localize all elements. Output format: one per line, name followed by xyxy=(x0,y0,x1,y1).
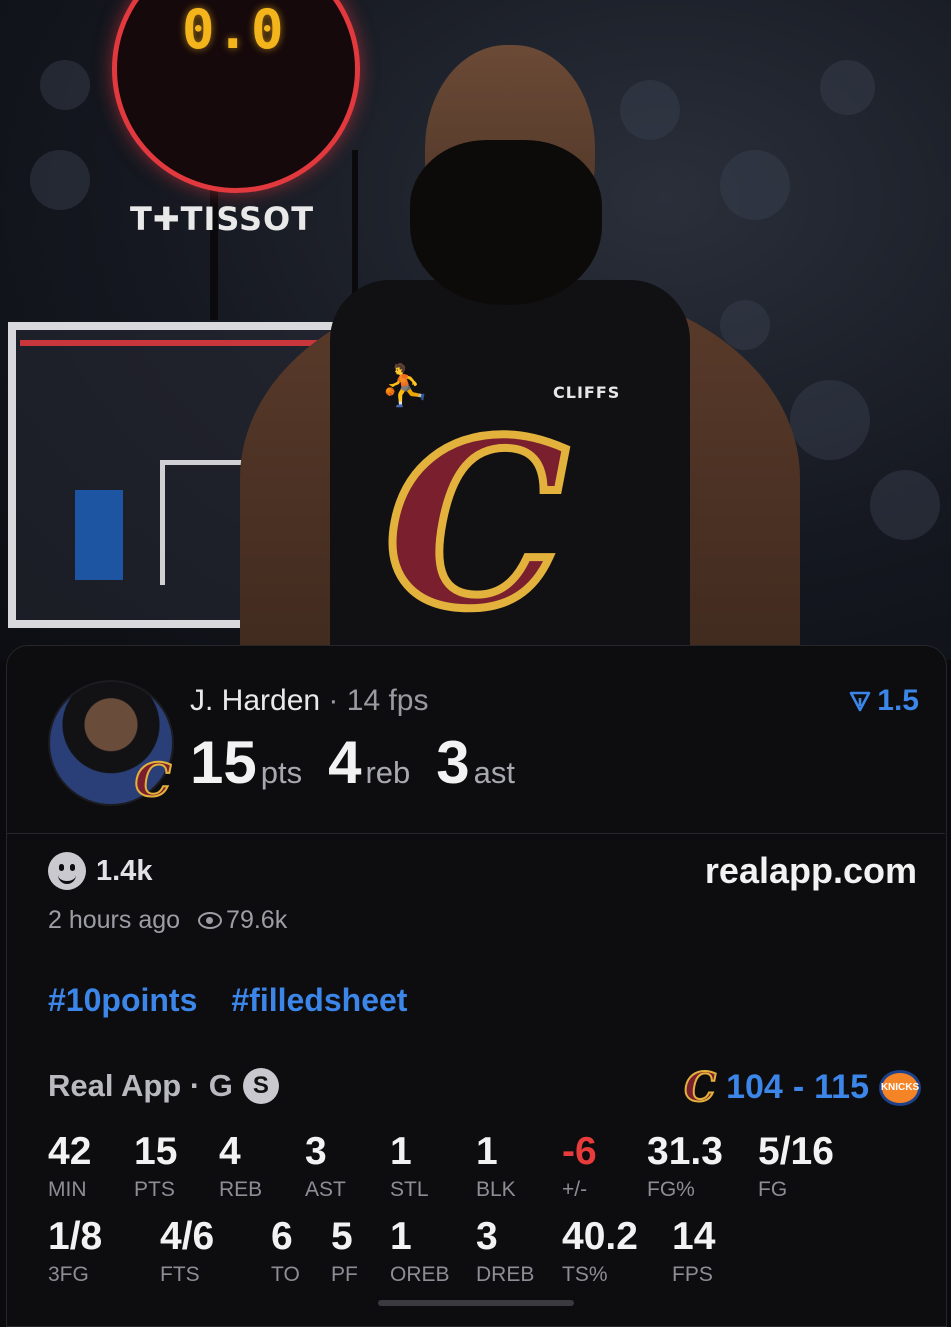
cavs-logo: C xyxy=(381,390,572,660)
team-badge-icon: C xyxy=(134,753,173,807)
stat-fg-pct: 31.3 FG% xyxy=(647,1130,723,1201)
game-score[interactable]: C 104-115 KNICKS xyxy=(683,1063,921,1112)
player-fps: 14 fps xyxy=(346,684,429,717)
score-home: 115 xyxy=(814,1068,869,1106)
post-meta: 2 hours ago 79.6k xyxy=(48,906,287,935)
stat-3fg: 1/8 3FG xyxy=(48,1215,103,1286)
stat-fts: 4/6 FTS xyxy=(160,1215,215,1286)
stat-dreb: 3 DREB xyxy=(476,1215,535,1286)
hashtag-link[interactable]: #10points xyxy=(48,982,197,1019)
player-name[interactable]: J. Harden xyxy=(190,684,320,717)
player-beard xyxy=(410,140,602,305)
stat-pf: 5 PF xyxy=(331,1215,358,1286)
stat-fg: 5/16 FG xyxy=(758,1130,834,1201)
hero-photo: 0.0 T✚TISSOT ⛹ CLIFFS C xyxy=(0,0,951,660)
player-name-line[interactable]: J. Harden · 14 fps xyxy=(190,684,429,718)
stat-fps: 14 FPS xyxy=(672,1215,716,1286)
cavs-logo-icon: C xyxy=(683,1063,717,1112)
shot-clock-digits: 0.0 xyxy=(182,0,286,61)
rating-arrow-icon xyxy=(849,691,871,712)
headline-pts-value: 15 xyxy=(190,729,257,796)
headline-ast-value: 3 xyxy=(436,729,470,796)
knicks-logo-icon: KNICKS xyxy=(879,1069,921,1106)
stat-plus-minus: -6 +/- xyxy=(562,1130,597,1201)
smiley-icon xyxy=(48,852,86,890)
stat-blk: 1 BLK xyxy=(476,1130,516,1201)
stat-min: 42 MIN xyxy=(48,1130,92,1201)
source-label: Real App · G xyxy=(48,1068,233,1103)
stat-ast: 3 AST xyxy=(305,1130,346,1201)
stat-reb: 4 REB xyxy=(219,1130,263,1201)
headline-stats: 15 pts 4 reb 3 ast xyxy=(190,728,541,797)
s-badge-icon: S xyxy=(242,1068,279,1104)
home-indicator[interactable] xyxy=(378,1300,574,1306)
stat-stl: 1 STL xyxy=(390,1130,429,1201)
hashtags: #10points #filledsheet xyxy=(48,982,407,1019)
stat-pts: 15 PTS xyxy=(134,1130,178,1201)
hashtag-link[interactable]: #filledsheet xyxy=(231,982,407,1019)
arena-brand-text: T✚TISSOT xyxy=(130,200,315,238)
site-link[interactable]: realapp.com xyxy=(705,850,917,892)
headline-pts-unit: pts xyxy=(260,755,303,790)
rating-button[interactable]: 1.5 xyxy=(849,684,919,718)
source-line: Real App · G S xyxy=(48,1068,279,1104)
reaction-count: 1.4k xyxy=(96,854,153,887)
headline-ast-unit: ast xyxy=(473,755,516,790)
reaction-button[interactable]: 1.4k xyxy=(48,852,152,890)
rating-value: 1.5 xyxy=(877,684,919,717)
divider xyxy=(6,833,945,834)
headline-reb-value: 4 xyxy=(328,729,362,796)
stat-to: 6 TO xyxy=(271,1215,300,1286)
headline-reb-unit: reb xyxy=(365,755,411,790)
timestamp: 2 hours ago xyxy=(48,906,181,934)
stat-oreb: 1 OREB xyxy=(390,1215,450,1286)
view-count: 79.6k xyxy=(198,906,287,935)
eye-icon xyxy=(198,912,223,929)
score-away: 104 xyxy=(726,1068,783,1106)
stat-ts-pct: 40.2 TS% xyxy=(562,1215,638,1286)
